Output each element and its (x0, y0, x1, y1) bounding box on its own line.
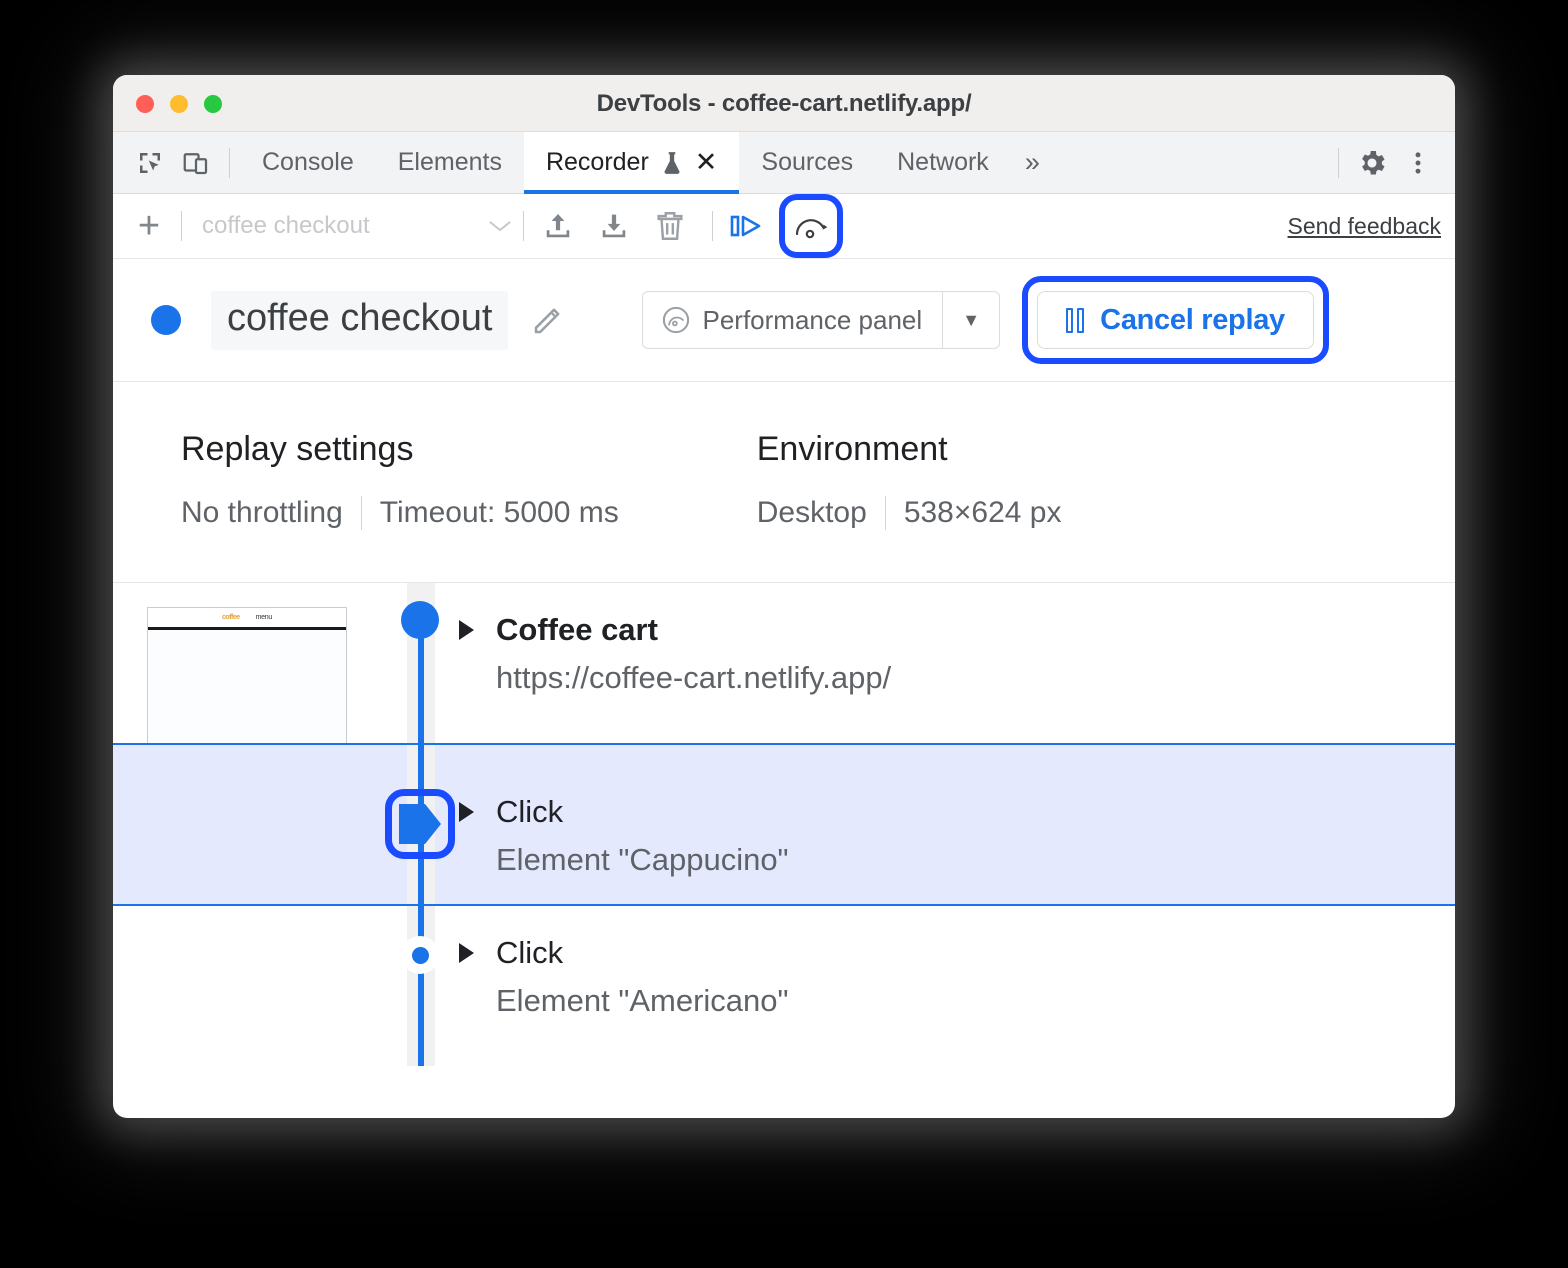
chevron-down-icon (487, 218, 513, 234)
tab-network[interactable]: Network (875, 132, 1011, 194)
experiment-flask-icon (661, 150, 683, 176)
title-bar: DevTools - coffee-cart.netlify.app/ (113, 75, 1455, 132)
step-title: Coffee cart (496, 609, 891, 651)
step-subtitle: Element "Cappucino" (496, 839, 789, 881)
delete-recording-icon[interactable] (646, 202, 694, 250)
cancel-replay-label: Cancel replay (1100, 304, 1285, 337)
step-thumbnail-cell (113, 906, 381, 1066)
tab-label: Sources (761, 148, 853, 177)
performance-replay-icon[interactable] (779, 194, 843, 258)
close-icon[interactable]: ✕ (695, 149, 718, 176)
dropdown-arrow-icon[interactable]: ▼ (943, 310, 999, 331)
thumbnail-header: coffee menu (148, 608, 346, 630)
step-text-cell: Click Element "Cappucino" (459, 745, 789, 904)
tab-label: Recorder (546, 148, 649, 177)
inspect-element-icon[interactable] (127, 140, 173, 186)
tab-console[interactable]: Console (240, 132, 376, 194)
recording-select[interactable]: coffee checkout (202, 212, 513, 240)
tabstrip-right-divider (1338, 148, 1339, 178)
step-row[interactable]: Click Element "Americano" (113, 906, 1455, 1066)
replay-settings-strip: Replay settings No throttling Timeout: 5… (113, 382, 1455, 583)
step-subtitle: https://coffee-cart.netlify.app/ (496, 657, 891, 699)
devtools-window: DevTools - coffee-cart.netlify.app/ Cons… (113, 75, 1455, 1118)
timeline-rail (381, 583, 459, 743)
replay-settings-heading: Replay settings (181, 430, 619, 469)
expand-caret-icon[interactable] (459, 802, 474, 822)
replay-target-select[interactable]: Performance panel ▼ (642, 291, 1000, 349)
devtools-tab-strip: Console Elements Recorder ✕ Sources Netw… (113, 132, 1455, 194)
speedometer-icon (661, 305, 691, 335)
add-recording-button[interactable]: + (127, 204, 171, 248)
step-marker-hollow-dot[interactable] (381, 936, 459, 974)
step-row[interactable]: coffee menu Total: $0.00 Coffee (113, 583, 1455, 743)
step-thumbnail-cell: coffee menu Total: $0.00 (113, 583, 381, 743)
import-icon[interactable] (590, 202, 638, 250)
replay-header: coffee checkout Performance panel ▼ (113, 259, 1455, 382)
rail-line (418, 906, 424, 1066)
send-feedback-link[interactable]: Send feedback (1288, 213, 1441, 240)
recording-title[interactable]: coffee checkout (211, 291, 508, 350)
timeout-value: Timeout: 5000 ms (380, 496, 619, 530)
timeline-rail (381, 906, 459, 1066)
gear-icon[interactable] (1349, 140, 1395, 186)
step-subtitle: Element "Americano" (496, 980, 789, 1022)
environment-column: Environment Desktop 538×624 px (757, 430, 1062, 582)
throttling-value: No throttling (181, 496, 343, 530)
device-toolbar-icon[interactable] (173, 140, 219, 186)
device-value: Desktop (757, 496, 867, 530)
export-icon[interactable] (534, 202, 582, 250)
window-title: DevTools - coffee-cart.netlify.app/ (113, 90, 1455, 118)
step-title: Click (496, 791, 789, 833)
timeline-rail (381, 745, 459, 904)
viewport-value: 538×624 px (904, 496, 1062, 530)
replay-target-value: Performance panel (702, 305, 922, 336)
value-separator (361, 496, 362, 530)
recording-select-value: coffee checkout (202, 212, 487, 240)
step-marker-filled-dot[interactable] (381, 601, 459, 639)
more-tabs-icon[interactable]: » (1011, 147, 1054, 178)
thumbnail-link: menu (256, 614, 272, 621)
cancel-replay-button[interactable]: Cancel replay (1037, 291, 1314, 349)
pencil-icon[interactable] (530, 302, 566, 338)
recorder-toolbar: + coffee checkout (113, 194, 1455, 259)
step-marker-current[interactable] (381, 789, 459, 859)
tab-label: Console (262, 148, 354, 177)
tab-sources[interactable]: Sources (739, 132, 875, 194)
toolbar-divider-3 (712, 211, 713, 241)
step-text-cell: Coffee cart https://coffee-cart.netlify.… (459, 583, 891, 743)
pause-icon (1066, 308, 1084, 333)
step-row[interactable]: Click Element "Cappucino" (113, 743, 1455, 906)
tab-label: Network (897, 148, 989, 177)
three-dot-menu-icon[interactable] (1395, 140, 1441, 186)
environment-heading: Environment (757, 430, 1062, 469)
value-separator (885, 496, 886, 530)
toolbar-divider (181, 211, 182, 241)
step-title: Click (496, 932, 789, 974)
expand-caret-icon[interactable] (459, 943, 474, 963)
tabstrip-divider (229, 148, 230, 178)
steps-list: coffee menu Total: $0.00 Coffee (113, 583, 1455, 1066)
step-thumbnail-cell (113, 745, 381, 904)
tab-elements[interactable]: Elements (376, 132, 524, 194)
cancel-replay-highlight: Cancel replay (1022, 276, 1329, 364)
toolbar-divider-2 (523, 211, 524, 241)
replay-settings-column: Replay settings No throttling Timeout: 5… (181, 430, 619, 582)
status-badge (151, 305, 181, 335)
tab-label: Elements (398, 148, 502, 177)
expand-caret-icon[interactable] (459, 620, 474, 640)
step-through-replay-icon[interactable] (723, 202, 771, 250)
step-text-cell: Click Element "Americano" (459, 906, 789, 1066)
tab-recorder[interactable]: Recorder ✕ (524, 132, 739, 194)
thumbnail-logo: coffee (222, 614, 240, 621)
